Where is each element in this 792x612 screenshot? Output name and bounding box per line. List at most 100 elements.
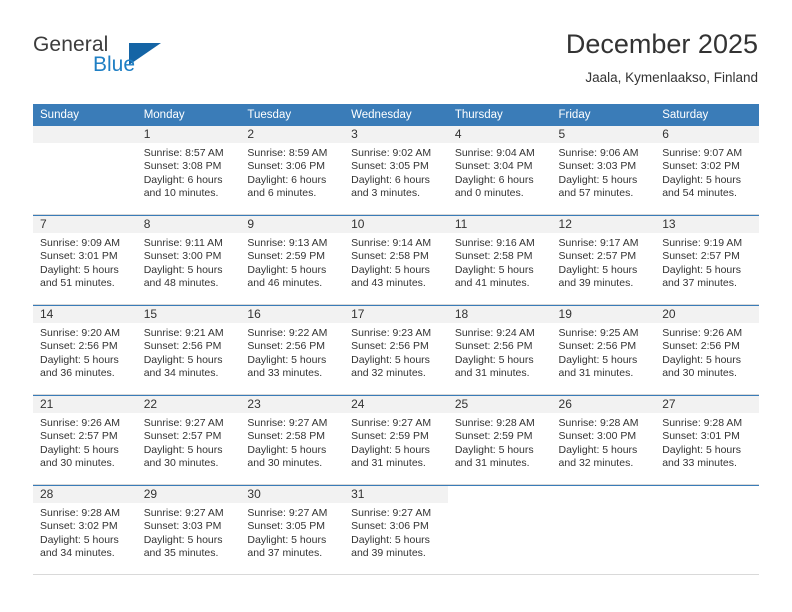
sunset-text: Sunset: 3:05 PM xyxy=(351,160,429,173)
weekday-header-wednesday: Wednesday xyxy=(344,104,448,126)
weekday-header-sunday: Sunday xyxy=(33,104,137,126)
calendar-day-cell[interactable]: 11 Sunrise: 9:16 AM Sunset: 2:58 PM Dayligh… xyxy=(447,215,552,304)
daylight-text-line1: Daylight: 5 hours xyxy=(454,443,534,456)
sunset-text: Sunset: 2:57 PM xyxy=(662,250,740,263)
daylight-text-line2: and 34 minutes. xyxy=(143,367,219,380)
sunset-text: Sunset: 3:02 PM xyxy=(40,520,118,533)
calendar-day-cell[interactable]: 2 Sunrise: 8:59 AM Sunset: 3:06 PM Daylight… xyxy=(240,126,345,214)
calendar-day-cell[interactable]: 5 Sunrise: 9:06 AM Sunset: 3:03 PM Daylight… xyxy=(551,126,656,214)
daylight-text-line1: Daylight: 5 hours xyxy=(662,263,742,276)
sunrise-text: Sunrise: 9:27 AM xyxy=(143,417,224,429)
calendar-day-cell[interactable]: 1 Sunrise: 8:57 AM Sunset: 3:08 PM Daylight… xyxy=(136,126,241,214)
sunset-text: Sunset: 2:57 PM xyxy=(558,250,637,263)
calendar-day-cell[interactable]: 30 Sunrise: 9:27 AM Sunset: 3:05 PM Dayligh… xyxy=(240,485,345,574)
sunset-text: Sunset: 3:01 PM xyxy=(40,250,118,263)
day-number: 4 xyxy=(447,126,552,143)
sunset-text: Sunset: 2:56 PM xyxy=(662,340,740,353)
calendar-day-cell[interactable]: 4 Sunrise: 9:04 AM Sunset: 3:04 PM Daylight… xyxy=(447,126,552,214)
day-number: 17 xyxy=(344,306,448,323)
calendar-day-cell[interactable]: 13 Sunrise: 9:19 AM Sunset: 2:57 PM Dayligh… xyxy=(655,215,759,304)
daylight-text-line2: and 54 minutes. xyxy=(662,187,737,200)
daylight-text-line2: and 33 minutes. xyxy=(662,457,737,470)
calendar-header-row: Sunday Monday Tuesday Wednesday Thursday… xyxy=(33,104,759,126)
calendar-day-cell[interactable]: 22 Sunrise: 9:27 AM Sunset: 2:57 PM Dayligh… xyxy=(136,395,241,484)
calendar-day-cell[interactable]: 6 Sunrise: 9:07 AM Sunset: 3:02 PM Daylight… xyxy=(655,126,759,214)
daylight-text-line1: Daylight: 5 hours xyxy=(454,263,534,276)
daylight-text-line1: Daylight: 5 hours xyxy=(143,263,223,276)
day-number: 31 xyxy=(344,486,448,503)
sunrise-text: Sunrise: 9:27 AM xyxy=(351,417,432,429)
sunset-text: Sunset: 2:59 PM xyxy=(454,430,533,443)
day-info: Sunrise: 9:28 AM Sunset: 3:01 PM Daylight:… xyxy=(655,413,759,471)
sunrise-text: Sunrise: 9:26 AM xyxy=(662,327,743,339)
calendar-day-cell[interactable]: 23 Sunrise: 9:27 AM Sunset: 2:58 PM Dayligh… xyxy=(240,395,345,484)
calendar-day-cell[interactable]: 21 Sunrise: 9:26 AM Sunset: 2:57 PM Dayligh… xyxy=(33,395,137,484)
calendar-day-cell[interactable]: 24 Sunrise: 9:27 AM Sunset: 2:59 PM Dayligh… xyxy=(344,395,448,484)
day-info: Sunrise: 9:14 AM Sunset: 2:58 PM Daylight:… xyxy=(344,233,448,291)
day-info: Sunrise: 9:27 AM Sunset: 3:06 PM Daylight:… xyxy=(344,503,448,561)
daylight-text-line1: Daylight: 5 hours xyxy=(662,353,742,366)
calendar-day-cell xyxy=(33,126,137,214)
daylight-text-line1: Daylight: 5 hours xyxy=(143,533,223,546)
calendar-day-cell[interactable]: 20 Sunrise: 9:26 AM Sunset: 2:56 PM Dayligh… xyxy=(655,305,759,394)
title-block: December 2025 Jaala, Kymenlaakso, Finlan… xyxy=(566,28,758,86)
daylight-text-line1: Daylight: 6 hours xyxy=(351,173,430,186)
sunset-text: Sunset: 3:05 PM xyxy=(247,520,326,533)
sunset-text: Sunset: 3:00 PM xyxy=(558,430,637,443)
calendar-day-cell[interactable]: 3 Sunrise: 9:02 AM Sunset: 3:05 PM Daylight… xyxy=(344,126,448,214)
calendar-day-cell[interactable]: 26 Sunrise: 9:28 AM Sunset: 3:00 PM Dayligh… xyxy=(551,395,656,484)
calendar-grid: Sunday Monday Tuesday Wednesday Thursday… xyxy=(33,104,759,575)
calendar-day-cell[interactable]: 14 Sunrise: 9:20 AM Sunset: 2:56 PM Dayligh… xyxy=(33,305,137,394)
calendar-day-cell[interactable]: 9 Sunrise: 9:13 AM Sunset: 2:59 PM Daylight… xyxy=(240,215,345,304)
daylight-text-line2: and 6 minutes. xyxy=(247,187,317,200)
daylight-text-line1: Daylight: 5 hours xyxy=(351,443,430,456)
day-number: 6 xyxy=(655,126,759,143)
daylight-text-line2: and 32 minutes. xyxy=(558,457,634,470)
day-info: Sunrise: 9:28 AM Sunset: 3:02 PM Daylight:… xyxy=(33,503,137,561)
calendar-day-cell[interactable]: 15 Sunrise: 9:21 AM Sunset: 2:56 PM Dayligh… xyxy=(136,305,241,394)
day-number: 9 xyxy=(240,216,345,233)
day-info: Sunrise: 9:26 AM Sunset: 2:56 PM Daylight:… xyxy=(655,323,759,381)
daylight-text-line1: Daylight: 5 hours xyxy=(143,353,223,366)
calendar-week-row: 28 Sunrise: 9:28 AM Sunset: 3:02 PM Dayligh… xyxy=(33,485,759,574)
calendar-day-cell[interactable]: 29 Sunrise: 9:27 AM Sunset: 3:03 PM Dayligh… xyxy=(136,485,241,574)
weekday-header-tuesday: Tuesday xyxy=(240,104,345,126)
daylight-text-line1: Daylight: 5 hours xyxy=(558,173,638,186)
day-info: Sunrise: 9:09 AM Sunset: 3:01 PM Daylight:… xyxy=(33,233,137,291)
weekday-header-friday: Friday xyxy=(551,104,656,126)
day-number: 30 xyxy=(240,486,345,503)
calendar-day-cell[interactable]: 7 Sunrise: 9:09 AM Sunset: 3:01 PM Daylight… xyxy=(33,215,137,304)
calendar-day-cell[interactable]: 8 Sunrise: 9:11 AM Sunset: 3:00 PM Daylight… xyxy=(136,215,241,304)
sunrise-text: Sunrise: 9:28 AM xyxy=(454,417,535,429)
day-number: 20 xyxy=(655,306,759,323)
daylight-text-line1: Daylight: 5 hours xyxy=(247,533,327,546)
sunrise-text: Sunrise: 9:13 AM xyxy=(247,237,328,249)
sunrise-text: Sunrise: 9:04 AM xyxy=(454,147,535,159)
sunset-text: Sunset: 2:59 PM xyxy=(247,250,326,263)
calendar-day-cell[interactable]: 19 Sunrise: 9:25 AM Sunset: 2:56 PM Dayligh… xyxy=(551,305,656,394)
day-info: Sunrise: 9:21 AM Sunset: 2:56 PM Daylight:… xyxy=(137,323,241,381)
sunrise-text: Sunrise: 9:22 AM xyxy=(247,327,328,339)
calendar-page: General Blue December 2025 Jaala, Kymenl… xyxy=(0,0,792,612)
calendar-day-cell[interactable]: 16 Sunrise: 9:22 AM Sunset: 2:56 PM Dayligh… xyxy=(240,305,345,394)
calendar-day-cell[interactable]: 27 Sunrise: 9:28 AM Sunset: 3:01 PM Dayligh… xyxy=(655,395,759,484)
calendar-day-cell[interactable]: 28 Sunrise: 9:28 AM Sunset: 3:02 PM Dayligh… xyxy=(33,485,137,574)
daylight-text-line2: and 39 minutes. xyxy=(558,277,634,290)
daylight-text-line2: and 46 minutes. xyxy=(247,277,323,290)
day-number: 18 xyxy=(447,306,552,323)
sunrise-text: Sunrise: 9:20 AM xyxy=(40,327,120,339)
sunset-text: Sunset: 3:01 PM xyxy=(662,430,740,443)
calendar-day-cell[interactable]: 18 Sunrise: 9:24 AM Sunset: 2:56 PM Dayligh… xyxy=(447,305,552,394)
calendar-day-cell[interactable]: 17 Sunrise: 9:23 AM Sunset: 2:56 PM Dayligh… xyxy=(344,305,448,394)
daylight-text-line1: Daylight: 5 hours xyxy=(662,173,742,186)
day-number: 11 xyxy=(447,216,552,233)
daylight-text-line1: Daylight: 5 hours xyxy=(558,263,638,276)
calendar-day-cell[interactable]: 31 Sunrise: 9:27 AM Sunset: 3:06 PM Dayligh… xyxy=(344,485,448,574)
daylight-text-line1: Daylight: 5 hours xyxy=(40,533,119,546)
day-info: Sunrise: 9:11 AM Sunset: 3:00 PM Daylight:… xyxy=(137,233,241,291)
calendar-day-cell[interactable]: 10 Sunrise: 9:14 AM Sunset: 2:58 PM Dayligh… xyxy=(344,215,448,304)
calendar-day-cell[interactable]: 25 Sunrise: 9:28 AM Sunset: 2:59 PM Dayligh… xyxy=(447,395,552,484)
day-info: Sunrise: 9:23 AM Sunset: 2:56 PM Daylight:… xyxy=(344,323,448,381)
daylight-text-line1: Daylight: 6 hours xyxy=(143,173,223,186)
calendar-day-cell[interactable]: 12 Sunrise: 9:17 AM Sunset: 2:57 PM Dayligh… xyxy=(551,215,656,304)
